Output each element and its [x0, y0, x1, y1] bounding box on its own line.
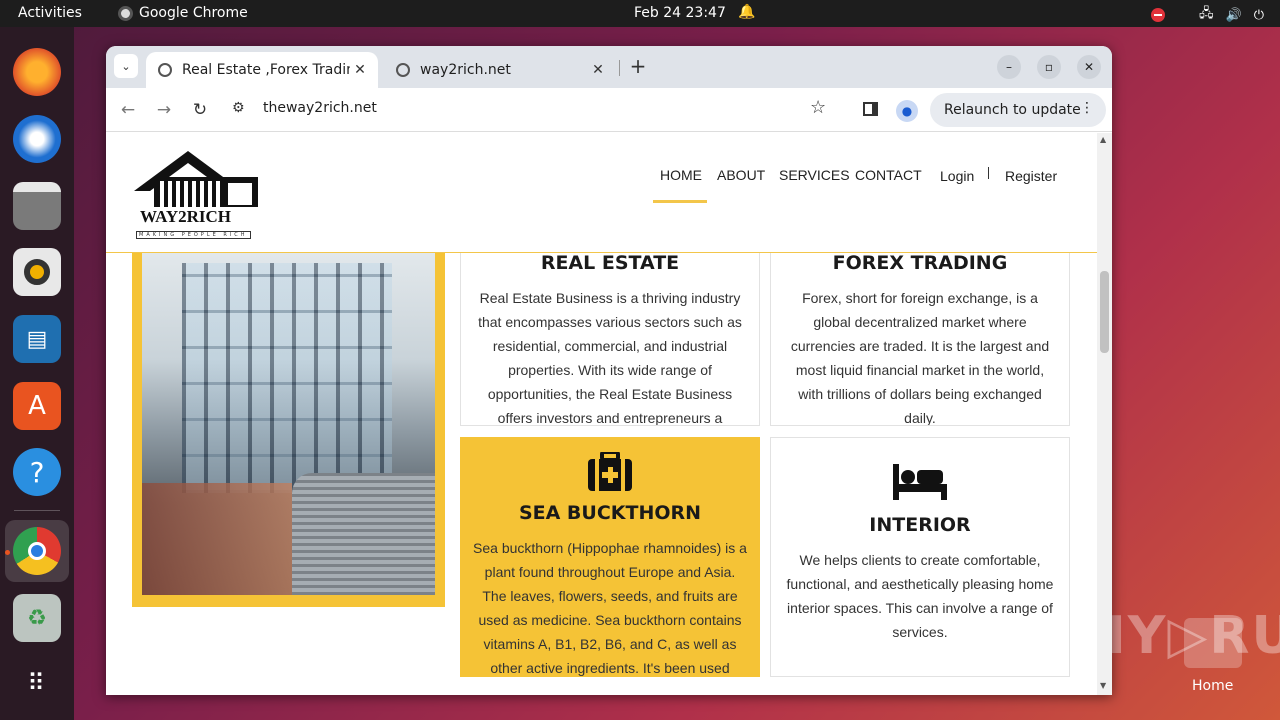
- power-icon: ⏻: [1253, 7, 1264, 23]
- app-name: Google Chrome: [139, 5, 248, 21]
- relaunch-label: Relaunch to update: [944, 102, 1081, 118]
- nav-contact[interactable]: CONTACT: [855, 167, 922, 183]
- login-link[interactable]: Login: [940, 168, 974, 184]
- card-forex-trading: FOREX TRADING Forex, short for foreign e…: [770, 233, 1070, 426]
- browser-window: ⌄ Real Estate ,Forex Trading ✕ way2rich.…: [106, 46, 1112, 695]
- clock[interactable]: Feb 24 23:47: [634, 5, 726, 21]
- help-icon[interactable]: ?: [13, 448, 61, 496]
- scroll-up-arrow[interactable]: ▲: [1100, 135, 1106, 144]
- close-tab-icon[interactable]: ✕: [588, 62, 608, 78]
- site-logo[interactable]: WAY2RICH MAKING PEOPLE RICH: [132, 147, 262, 239]
- medical-kit-icon: [588, 452, 632, 491]
- recording-icon: [1151, 8, 1166, 22]
- register-link[interactable]: Register: [1005, 168, 1057, 184]
- volume-icon: 🔊: [1225, 7, 1242, 23]
- card-body: We helps clients to create comfortable, …: [786, 552, 1054, 640]
- logo-tagline: MAKING PEOPLE RICH: [136, 231, 251, 239]
- files-icon[interactable]: [13, 182, 61, 230]
- card-sea-buckthorn: SEA BUCKTHORN Sea buckthorn (Hippophae r…: [460, 437, 760, 677]
- logo-wordmark: WAY2RICH: [140, 207, 232, 226]
- site-header: WAY2RICH MAKING PEOPLE RICH HOME ABOUT S…: [106, 133, 1097, 253]
- browser-toolbar: ← → ↻ ⚙ theway2rich.net ☆ ● Relaunch to …: [106, 88, 1112, 132]
- globe-icon: [396, 63, 410, 77]
- card-interior: INTERIOR We helps clients to create comf…: [770, 437, 1070, 677]
- top-bar: Activities Google Chrome Feb 24 23:47 🔔 …: [0, 0, 1280, 27]
- auth-divider: [988, 167, 989, 179]
- tab-search-button[interactable]: ⌄: [114, 54, 138, 78]
- page-scrollbar[interactable]: ▲ ▼: [1097, 133, 1112, 695]
- bell-icon: 🔔: [738, 4, 756, 20]
- more-menu-icon[interactable]: ⋮: [1080, 100, 1094, 116]
- chrome-small-icon: [118, 5, 133, 21]
- dock: ▤ A ? ♻ ⠿: [0, 27, 74, 720]
- nav-about[interactable]: ABOUT: [717, 167, 765, 183]
- site-info-icon[interactable]: ⚙: [232, 100, 245, 116]
- tab-real-estate[interactable]: Real Estate ,Forex Trading ✕: [146, 52, 378, 88]
- bed-icon: [893, 464, 947, 500]
- chrome-icon[interactable]: [13, 527, 61, 575]
- close-window-button[interactable]: ✕: [1077, 55, 1101, 79]
- software-center-icon[interactable]: A: [13, 382, 61, 430]
- trash-icon[interactable]: ♻: [13, 594, 61, 642]
- card-title: SEA BUCKTHORN: [518, 502, 702, 524]
- home-folder-label: Home: [1192, 678, 1234, 694]
- scrollbar-thumb[interactable]: [1100, 271, 1109, 353]
- running-indicator: [5, 550, 10, 555]
- forward-button[interactable]: →: [152, 98, 176, 122]
- tab-way2rich[interactable]: way2rich.net ✕: [384, 52, 616, 88]
- card-real-estate: REAL ESTATE Real Estate Business is a th…: [460, 233, 760, 426]
- app-grid-icon[interactable]: ⠿: [13, 659, 61, 707]
- card-body: Real Estate Business is a thriving indus…: [478, 290, 742, 426]
- globe-icon: [158, 63, 172, 77]
- logo-house-icon: [134, 151, 258, 207]
- card-title: FOREX TRADING: [832, 252, 1008, 274]
- bookmark-star-icon[interactable]: ☆: [810, 97, 826, 118]
- minimize-button[interactable]: –: [997, 55, 1021, 79]
- active-nav-underline: [653, 200, 707, 203]
- activities-button[interactable]: Activities: [18, 5, 82, 21]
- tab-title: way2rich.net: [420, 62, 511, 78]
- relaunch-button[interactable]: Relaunch to update ⋮: [930, 93, 1106, 127]
- tab-strip: ⌄ Real Estate ,Forex Trading ✕ way2rich.…: [106, 46, 1112, 88]
- close-tab-icon[interactable]: ✕: [350, 62, 370, 78]
- firefox-icon[interactable]: [13, 48, 61, 96]
- dock-separator: [14, 510, 60, 511]
- page-viewport: WAY2RICH MAKING PEOPLE RICH HOME ABOUT S…: [106, 133, 1097, 695]
- nav-services[interactable]: SERVICES: [779, 167, 850, 183]
- app-menu[interactable]: Google Chrome: [118, 5, 248, 21]
- home-folder-icon[interactable]: [1184, 618, 1242, 668]
- reload-button[interactable]: ↻: [188, 98, 212, 122]
- card-body: Sea buckthorn (Hippophae rhamnoides) is …: [473, 540, 747, 676]
- card-body: Forex, short for foreign exchange, is a …: [790, 290, 1050, 426]
- tab-title: Real Estate ,Forex Trading: [182, 62, 350, 78]
- rhythmbox-icon[interactable]: [13, 248, 61, 296]
- profile-avatar-icon[interactable]: ●: [896, 100, 918, 122]
- building-image: [142, 233, 435, 595]
- nav-home[interactable]: HOME: [660, 167, 702, 183]
- new-tab-button[interactable]: +: [626, 55, 650, 79]
- tab-separator: [619, 60, 620, 76]
- network-icon: 🖧: [1199, 6, 1214, 21]
- back-button[interactable]: ←: [116, 98, 140, 122]
- card-title: INTERIOR: [869, 514, 971, 536]
- scroll-down-arrow[interactable]: ▼: [1100, 681, 1106, 690]
- maximize-button[interactable]: ▫: [1037, 55, 1061, 79]
- system-tray[interactable]: 🖧 🔊 ⏻: [1151, 4, 1264, 26]
- thunderbird-icon[interactable]: [13, 115, 61, 163]
- side-panel-icon[interactable]: [863, 102, 878, 116]
- writer-icon[interactable]: ▤: [13, 315, 61, 363]
- address-bar[interactable]: theway2rich.net: [263, 100, 377, 116]
- card-title: REAL ESTATE: [540, 252, 680, 274]
